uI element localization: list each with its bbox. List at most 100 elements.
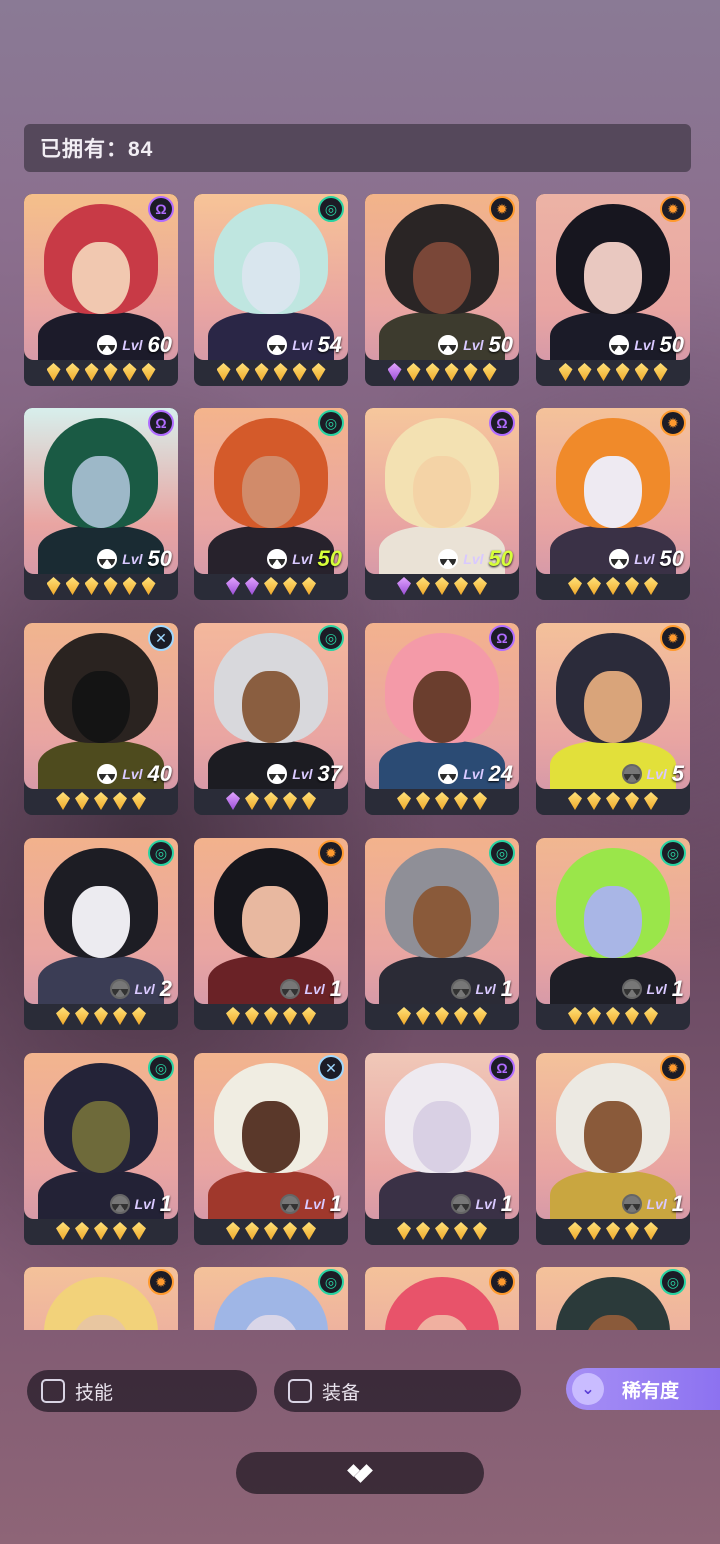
hero-card[interactable]: ◎: [194, 1267, 348, 1330]
skill-checkbox[interactable]: [41, 1379, 65, 1403]
gold-gem-icon: [283, 792, 297, 810]
purple-gem-icon: [226, 792, 240, 810]
level-row: Lvl 1: [109, 1191, 172, 1217]
hero-level: 50: [659, 332, 684, 357]
level-row: Lvl 60: [97, 332, 172, 358]
hero-card[interactable]: ✹: [24, 1267, 178, 1330]
hero-card[interactable]: ◎ Lvl 1: [365, 838, 519, 1030]
level-prefix: Lvl: [646, 1196, 667, 1212]
hero-card[interactable]: ◎ Lvl 1: [24, 1053, 178, 1245]
hero-card[interactable]: ◎ Lvl 1: [536, 838, 690, 1030]
star-gems: [24, 789, 178, 813]
hero-card[interactable]: ◎ Lvl 2: [24, 838, 178, 1030]
purple-gem-icon: [397, 577, 411, 595]
star-gems: [365, 574, 519, 598]
level-prefix: Lvl: [292, 766, 313, 782]
level-row: Lvl 1: [279, 976, 342, 1002]
gold-gem-icon: [416, 792, 430, 810]
gold-gem-icon: [568, 792, 582, 810]
hero-card[interactable]: ✹: [365, 1267, 519, 1330]
gold-gem-icon: [75, 792, 89, 810]
gold-gem-icon: [56, 1007, 70, 1025]
swirl-icon: ◎: [148, 1055, 174, 1081]
skill-icon: [97, 549, 118, 569]
gold-gem-icon: [94, 1007, 108, 1025]
equip-filter-toggle[interactable]: 装备: [274, 1370, 521, 1412]
gold-gem-icon: [103, 363, 118, 381]
level-row: Lvl 1: [621, 976, 684, 1002]
gold-gem-icon: [416, 577, 430, 595]
skill-icon: [279, 1194, 300, 1214]
hero-card[interactable]: ◎: [536, 1267, 690, 1330]
hero-card[interactable]: ◎ Lvl 37: [194, 623, 348, 815]
sun-icon: ✹: [489, 1269, 515, 1295]
gold-gem-icon: [75, 1007, 89, 1025]
hero-card[interactable]: Ω Lvl 24: [365, 623, 519, 815]
level-prefix: Lvl: [463, 337, 484, 353]
gold-gem-icon: [473, 1222, 487, 1240]
gold-gem-icon: [473, 577, 487, 595]
gold-gem-icon: [283, 1007, 297, 1025]
gold-gem-icon: [311, 363, 326, 381]
skill-icon: [450, 979, 471, 999]
hero-card[interactable]: Ω Lvl 60: [24, 194, 178, 386]
gold-gem-icon: [454, 1222, 468, 1240]
hero-grid: Ω Lvl 60 ◎ Lvl 54 ✹ Lvl 50 ✹ Lvl 50 Ω Lvl 50 ◎ Lvl 50 Ω Lvl…: [0, 0, 720, 1330]
gold-gem-icon: [46, 577, 61, 595]
gold-gem-icon: [634, 363, 649, 381]
hero-card[interactable]: ✹ Lvl 1: [536, 1053, 690, 1245]
equip-checkbox[interactable]: [288, 1379, 312, 1403]
hero-level: 1: [159, 1191, 172, 1216]
filter-bar: 技能 装备 ⌄ 稀有度: [0, 1366, 720, 1416]
hero-card[interactable]: ✹ Lvl 50: [536, 194, 690, 386]
hero-card[interactable]: Ω Lvl 1: [365, 1053, 519, 1245]
star-gems: [194, 789, 348, 813]
rarity-sort-button[interactable]: ⌄ 稀有度: [566, 1368, 720, 1410]
hero-level: 1: [671, 976, 684, 1001]
gold-gem-icon: [245, 792, 259, 810]
hero-card[interactable]: Ω Lvl 50: [24, 408, 178, 600]
hero-card[interactable]: ✹ Lvl 50: [365, 194, 519, 386]
gold-gem-icon: [65, 577, 80, 595]
gold-gem-icon: [473, 792, 487, 810]
gold-gem-icon: [132, 1222, 146, 1240]
hero-level: 37: [317, 761, 342, 786]
gold-gem-icon: [273, 363, 288, 381]
gold-gem-icon: [122, 577, 137, 595]
gold-gem-icon: [254, 363, 269, 381]
hero-level: 40: [147, 761, 172, 786]
collapse-handle-button[interactable]: [236, 1452, 484, 1494]
star-gems: [24, 574, 178, 598]
hero-level: 50: [488, 332, 513, 357]
hero-card[interactable]: ✹ Lvl 5: [536, 623, 690, 815]
gold-gem-icon: [463, 363, 478, 381]
star-gems: [24, 360, 178, 384]
swirl-icon: ◎: [148, 840, 174, 866]
gold-gem-icon: [292, 363, 307, 381]
hero-level: 24: [488, 761, 513, 786]
hero-card[interactable]: ✹ Lvl 1: [194, 838, 348, 1030]
hero-card[interactable]: ◎ Lvl 50: [194, 408, 348, 600]
skill-icon: [609, 549, 630, 569]
hero-card[interactable]: ✕ Lvl 1: [194, 1053, 348, 1245]
gold-gem-icon: [625, 1222, 639, 1240]
skill-filter-toggle[interactable]: 技能: [27, 1370, 257, 1412]
hero-card[interactable]: ✕ Lvl 40: [24, 623, 178, 815]
sun-icon: ✹: [660, 410, 686, 436]
gold-gem-icon: [65, 363, 80, 381]
hero-level: 50: [659, 546, 684, 571]
gold-gem-icon: [435, 1007, 449, 1025]
hero-card[interactable]: ✹ Lvl 50: [536, 408, 690, 600]
gold-gem-icon: [75, 1222, 89, 1240]
sun-icon: ✹: [148, 1269, 174, 1295]
sun-icon: ✹: [489, 196, 515, 222]
gold-gem-icon: [416, 1007, 430, 1025]
gold-gem-icon: [625, 1007, 639, 1025]
hero-card[interactable]: ◎ Lvl 54: [194, 194, 348, 386]
swirl-icon: ◎: [318, 625, 344, 651]
gold-gem-icon: [406, 363, 421, 381]
hero-card[interactable]: Ω Lvl 50: [365, 408, 519, 600]
gold-gem-icon: [103, 577, 118, 595]
gold-gem-icon: [113, 1222, 127, 1240]
gold-gem-icon: [141, 363, 156, 381]
